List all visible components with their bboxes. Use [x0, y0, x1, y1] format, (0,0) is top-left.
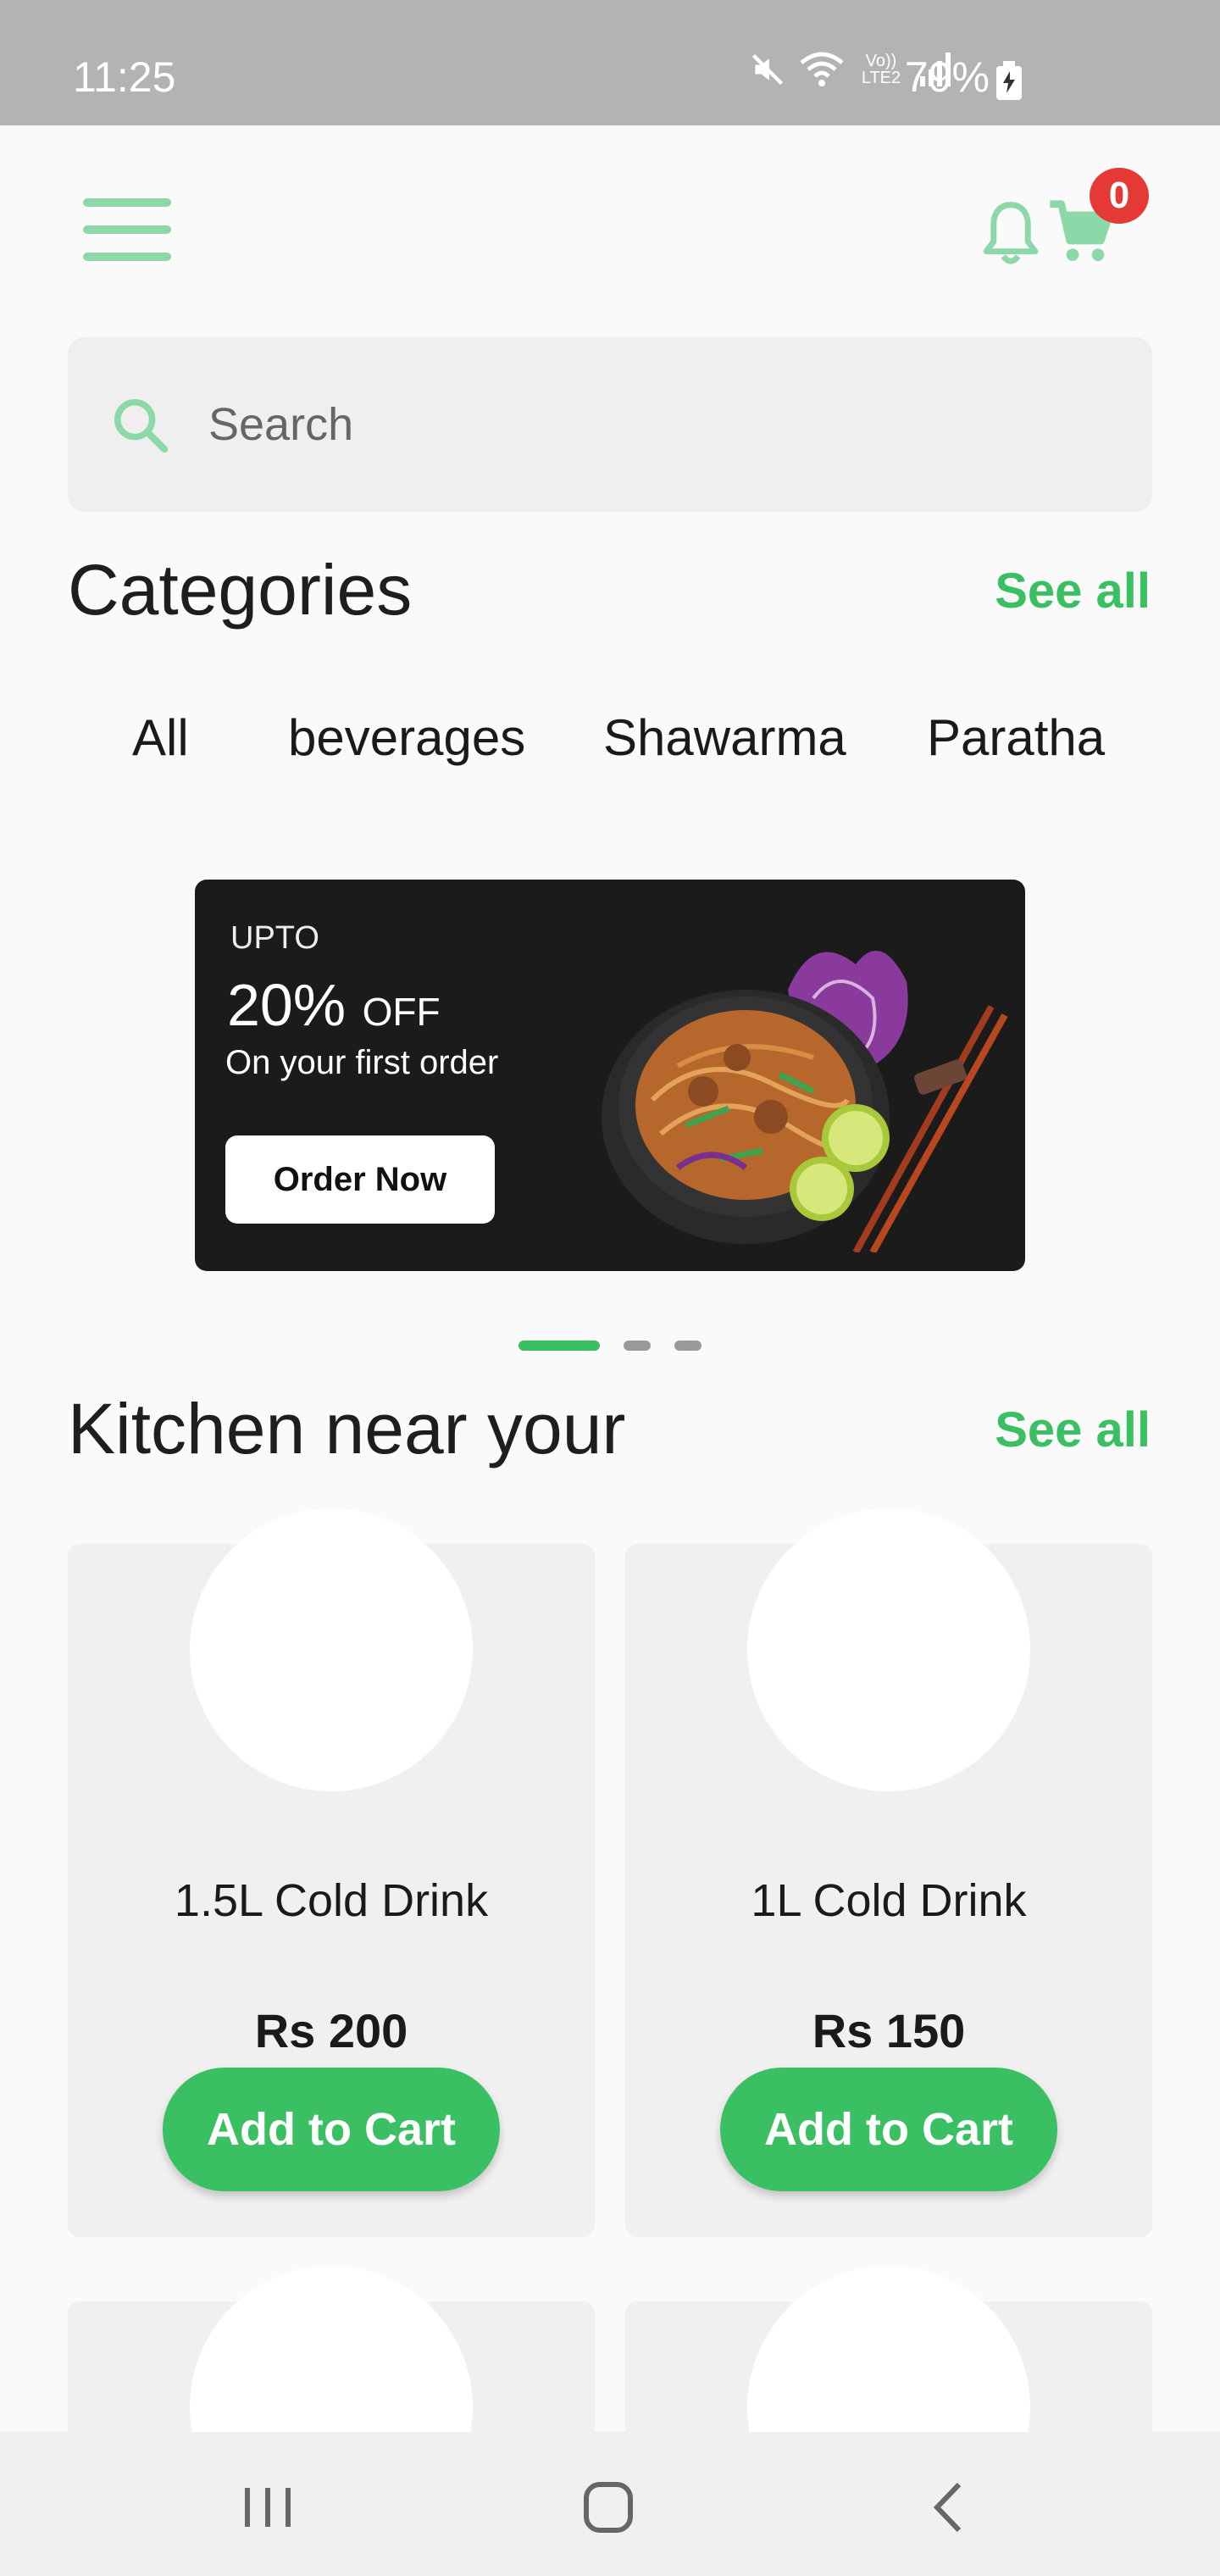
bell-icon[interactable]	[981, 200, 1040, 266]
categories-see-all-link[interactable]: See all	[995, 563, 1151, 619]
search-bar[interactable]	[68, 337, 1152, 512]
pager-dot[interactable]	[674, 1341, 702, 1351]
menu-button[interactable]	[83, 198, 171, 263]
home-icon[interactable]	[574, 2478, 642, 2537]
product-name: 1.5L Cold Drink	[174, 1875, 489, 1926]
banner-off-label: OFF	[362, 990, 441, 1034]
wifi-icon	[800, 52, 844, 86]
menu-icon	[83, 198, 171, 261]
order-now-button[interactable]: Order Now	[225, 1135, 495, 1224]
product-image[interactable]	[747, 1508, 1030, 1791]
add-to-cart-button[interactable]: Add to Cart	[720, 2068, 1057, 2191]
product-price: Rs 150	[812, 2004, 966, 2057]
status-time: 11:25	[73, 53, 176, 101]
category-all[interactable]: All	[132, 708, 189, 767]
product-price: Rs 200	[254, 2004, 408, 2057]
pager-dot-active[interactable]	[518, 1341, 600, 1351]
add-to-cart-button[interactable]: Add to Cart	[163, 2068, 500, 2191]
noodles-bowl-image	[602, 951, 1008, 1252]
search-input[interactable]	[208, 386, 1106, 463]
status-bar: 11:25 Vo)) LTE2 79%	[0, 0, 1220, 125]
categories-title: Categories	[68, 550, 413, 630]
banner-subtitle: On your first order	[225, 1044, 499, 1081]
category-paratha[interactable]: Paratha	[927, 708, 1105, 767]
promo-banner[interactable]: UPTO 20% OFF On your first order Order N…	[195, 880, 1025, 1271]
pager-dot[interactable]	[624, 1341, 651, 1351]
battery-icon	[996, 61, 1022, 100]
mute-icon	[751, 53, 784, 86]
kitchen-title: Kitchen near your	[68, 1389, 626, 1468]
back-icon[interactable]	[915, 2478, 983, 2537]
recents-icon[interactable]	[234, 2478, 302, 2537]
category-beverages[interactable]: beverages	[288, 708, 525, 767]
search-icon	[114, 398, 169, 453]
product-name: 1L Cold Drink	[751, 1875, 1027, 1926]
banner-upto: UPTO	[230, 920, 319, 956]
banner-discount: 20% OFF	[227, 971, 441, 1039]
banner-discount-value: 20%	[227, 972, 347, 1038]
cart-count-badge: 0	[1090, 168, 1149, 224]
category-shawarma[interactable]: Shawarma	[603, 708, 846, 767]
product-image[interactable]	[190, 1508, 473, 1791]
kitchen-see-all-link[interactable]: See all	[995, 1402, 1151, 1458]
system-nav-bar	[0, 2432, 1220, 2576]
network-label: Vo)) LTE2	[861, 52, 901, 87]
battery-percent: 79%	[904, 53, 990, 101]
